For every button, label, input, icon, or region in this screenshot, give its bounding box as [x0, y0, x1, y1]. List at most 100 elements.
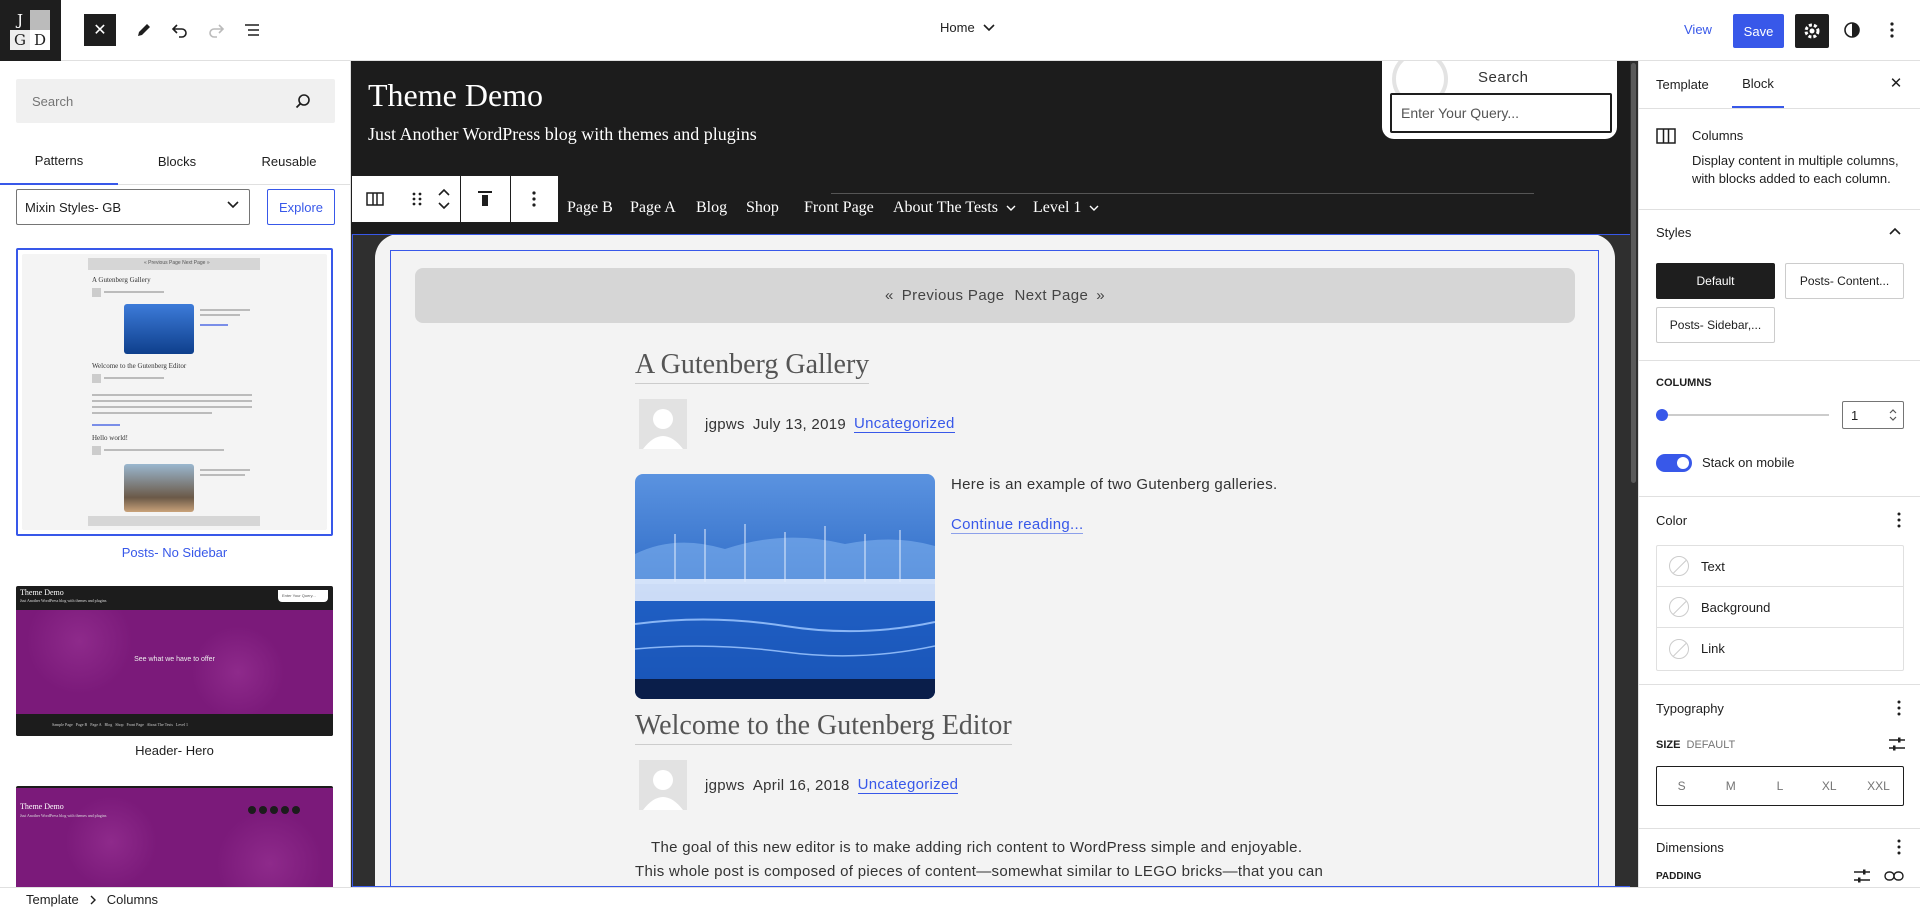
social-icon [281, 806, 289, 814]
more-vertical-icon [1890, 22, 1894, 38]
style-option[interactable]: Posts- Sidebar,... [1656, 307, 1775, 343]
header-search-input[interactable] [1390, 93, 1612, 133]
close-inserter-button[interactable]: ✕ [84, 14, 116, 46]
list-view-button[interactable] [236, 14, 268, 46]
author-avatar [639, 760, 687, 810]
pattern-item[interactable]: Theme Demo Just Another WordPress blog w… [16, 586, 333, 758]
block-type-switcher[interactable] [352, 176, 408, 222]
document-title-dropdown[interactable]: Home [940, 20, 995, 35]
chevron-up-icon[interactable] [438, 188, 450, 196]
continue-reading-link[interactable]: Continue reading... [951, 516, 1084, 534]
columns-number-input[interactable]: 1 [1842, 401, 1904, 429]
size-label: SIZE DEFAULT [1656, 739, 1735, 751]
tab-template[interactable]: Template [1656, 61, 1709, 108]
preview-meta [104, 377, 164, 379]
nav-item-submenu[interactable]: Level 1 [1033, 199, 1099, 217]
post-body-line: This whole post is composed of pieces of… [635, 863, 1324, 880]
social-icon [270, 806, 278, 814]
breadcrumb-item[interactable]: Template [26, 892, 79, 907]
redo-button[interactable] [200, 14, 232, 46]
more-vertical-icon[interactable] [1893, 699, 1905, 717]
styles-button[interactable] [1836, 14, 1868, 46]
next-page-link[interactable]: Next Page » [1015, 287, 1105, 304]
tab-reusable[interactable]: Reusable [230, 137, 348, 185]
tab-patterns[interactable]: Patterns [0, 137, 118, 185]
save-button[interactable]: Save [1733, 14, 1784, 48]
column-block-outline [390, 250, 1599, 887]
tab-block[interactable]: Block [1732, 61, 1784, 108]
nav-item[interactable]: Front Page [804, 199, 874, 217]
color-option-text[interactable]: Text [1657, 546, 1903, 587]
drag-handle[interactable] [408, 176, 428, 222]
preview-image [124, 304, 194, 354]
inserter-search-input[interactable] [16, 79, 296, 123]
style-option[interactable]: Posts- Content... [1785, 263, 1904, 299]
font-size-option[interactable]: L [1755, 767, 1804, 805]
settings-sliders-icon[interactable] [1888, 736, 1906, 752]
post-excerpt: Here is an example of two Gutenberg gall… [951, 476, 1278, 493]
post-date[interactable]: April 16, 2018 [753, 777, 850, 794]
color-settings-group: Text Background Link [1656, 545, 1904, 671]
site-tagline[interactable]: Just Another WordPress blog with themes … [368, 124, 757, 145]
link-icon[interactable] [1884, 868, 1904, 884]
post-title[interactable]: A Gutenberg Gallery [635, 349, 870, 384]
scrollbar-thumb[interactable] [1631, 63, 1636, 483]
close-sidebar-button[interactable]: ✕ [1884, 71, 1908, 95]
post-category[interactable]: Uncategorized [854, 415, 955, 433]
view-link[interactable]: View [1684, 22, 1712, 37]
more-vertical-icon[interactable] [1893, 511, 1905, 529]
undo-button[interactable] [164, 14, 196, 46]
post-featured-image[interactable] [635, 474, 935, 699]
post-date[interactable]: July 13, 2019 [753, 416, 846, 433]
tools-button[interactable] [128, 14, 160, 46]
columns-slider[interactable] [1656, 409, 1829, 421]
color-option-link[interactable]: Link [1657, 628, 1903, 669]
nav-item[interactable]: Blog [696, 199, 727, 217]
post-author[interactable]: jgpws [705, 416, 745, 433]
pattern-label: Header- Hero [135, 743, 214, 758]
previous-page-link[interactable]: « Previous Page [885, 287, 1005, 304]
editor-canvas[interactable]: Theme Demo Just Another WordPress blog w… [351, 61, 1638, 887]
canvas-scrollbar[interactable] [1630, 61, 1638, 887]
font-size-option[interactable]: XL [1805, 767, 1854, 805]
site-logo[interactable]: J G D [0, 0, 61, 61]
chevron-down-icon[interactable] [438, 202, 450, 210]
more-vertical-icon[interactable] [1893, 838, 1905, 856]
color-option-label: Link [1701, 641, 1725, 656]
nav-item[interactable]: Page B [567, 199, 613, 217]
options-button[interactable] [1876, 14, 1908, 46]
chevron-up-icon[interactable] [1889, 227, 1901, 235]
explore-button[interactable]: Explore [267, 189, 335, 225]
site-title[interactable]: Theme Demo [368, 77, 543, 114]
pattern-item[interactable]: Theme Demo Just Another WordPress blog w… [16, 786, 333, 887]
nav-item[interactable]: Page A [630, 199, 676, 217]
tab-blocks[interactable]: Blocks [118, 137, 236, 185]
color-option-background[interactable]: Background [1657, 587, 1903, 628]
breadcrumb-item[interactable]: Columns [107, 892, 158, 907]
author-avatar [639, 399, 687, 449]
style-option-default[interactable]: Default [1656, 263, 1775, 299]
nav-item-submenu[interactable]: About The Tests [893, 199, 1016, 217]
font-size-option[interactable]: S [1657, 767, 1706, 805]
settings-button[interactable] [1795, 14, 1829, 48]
block-description: Display content in multiple columns, wit… [1692, 153, 1899, 186]
font-size-option[interactable]: M [1706, 767, 1755, 805]
post-title[interactable]: Welcome to the Gutenberg Editor [635, 710, 1012, 745]
pattern-category-select[interactable]: Mixin Styles- GB [16, 189, 250, 225]
styles-heading[interactable]: Styles [1656, 225, 1691, 240]
pattern-item[interactable]: « Previous Page Next Page » A Gutenberg … [16, 248, 333, 560]
settings-sliders-icon[interactable] [1853, 868, 1871, 884]
stack-on-mobile-toggle[interactable] [1656, 454, 1692, 472]
slider-thumb[interactable] [1656, 409, 1668, 421]
vertical-align-button[interactable] [461, 176, 511, 222]
font-size-option[interactable]: XXL [1854, 767, 1903, 805]
chevron-right-icon [90, 895, 96, 904]
block-toolbar [351, 175, 559, 223]
nav-item[interactable]: Shop [746, 199, 779, 217]
stepper-icon[interactable] [1889, 408, 1897, 422]
post-category[interactable]: Uncategorized [857, 776, 959, 794]
preview-text [200, 474, 245, 476]
block-options-button[interactable] [511, 176, 559, 222]
post-author[interactable]: jgpws [705, 777, 745, 794]
move-buttons[interactable] [427, 176, 462, 222]
